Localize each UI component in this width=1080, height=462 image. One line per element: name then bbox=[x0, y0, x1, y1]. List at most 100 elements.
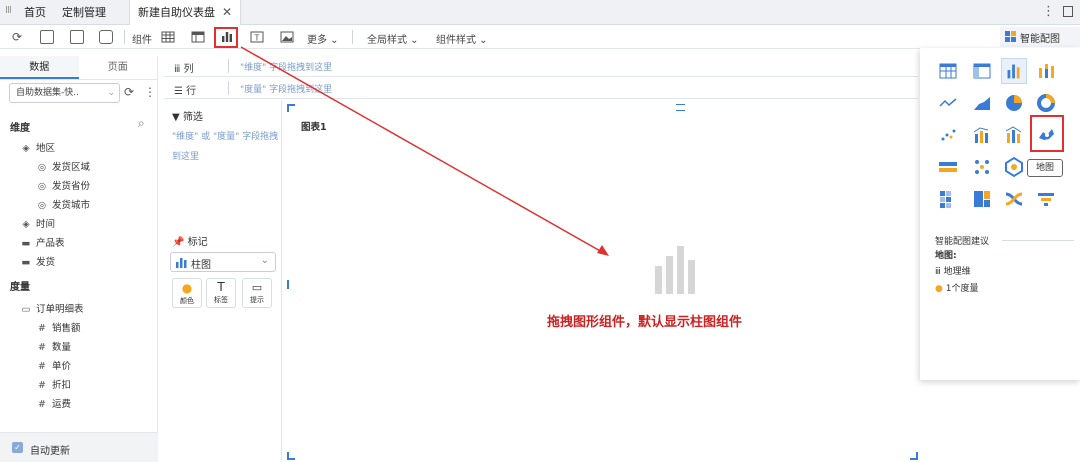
chart-title: 图表1 bbox=[301, 122, 327, 133]
kebab-menu-icon[interactable]: ⋮ bbox=[144, 85, 156, 99]
palette-icon: ● bbox=[181, 281, 193, 295]
tree-item-ship-city[interactable]: ◎ 发货城市 bbox=[36, 197, 90, 211]
treemap-chart-icon[interactable] bbox=[971, 188, 993, 210]
chevron-down-icon: ⌄ bbox=[260, 255, 269, 266]
save-icon[interactable] bbox=[40, 30, 54, 44]
layers-icon: ◈ bbox=[22, 219, 30, 230]
scatter-chart-icon[interactable] bbox=[937, 124, 959, 146]
tree-item-time[interactable]: ◈ 时间 bbox=[20, 216, 55, 230]
map-tooltip: 地图 bbox=[1027, 159, 1063, 177]
component-style-menu[interactable]: 组件样式 bbox=[436, 35, 476, 46]
crosstab-icon[interactable] bbox=[191, 30, 205, 44]
tree-item-unit-price[interactable]: # 单价 bbox=[36, 358, 71, 372]
annotation-text: 拖拽图形组件，默认显示柱图组件 bbox=[547, 315, 743, 330]
tree-item-order-detail[interactable]: ▭ 订单明细表 bbox=[20, 301, 84, 315]
divider bbox=[352, 30, 353, 44]
dataset-value: 自助数据集-快.. bbox=[16, 88, 79, 98]
funnel-chart-icon[interactable] bbox=[1035, 188, 1057, 210]
component-label: 组件 bbox=[132, 35, 152, 46]
maximize-icon[interactable] bbox=[1063, 6, 1073, 17]
marks-header: 📌 标记 bbox=[172, 233, 208, 248]
tree-item-quantity[interactable]: # 数量 bbox=[36, 339, 71, 353]
drag-handle[interactable] bbox=[676, 104, 685, 111]
geo-icon: ◎ bbox=[37, 162, 47, 173]
column-shelf[interactable]: ⅲ 列 "维度" 字段拖拽到这里 bbox=[164, 56, 918, 77]
measure-icon: # bbox=[38, 323, 46, 334]
chevron-down-icon: ⌄ bbox=[107, 88, 115, 98]
image-icon[interactable] bbox=[280, 30, 294, 44]
item-label: 数量 bbox=[52, 342, 72, 353]
tree-item-ship-area[interactable]: ◎ 发货区域 bbox=[36, 159, 90, 173]
sankey-chart-icon[interactable] bbox=[1003, 188, 1025, 210]
color-mark-button[interactable]: ● 颜色 bbox=[172, 278, 202, 308]
tab-data[interactable]: 数据 bbox=[0, 56, 79, 79]
bar-chart-option-icon[interactable] bbox=[1001, 58, 1027, 84]
resize-corner[interactable] bbox=[287, 452, 295, 460]
tree-item-freight[interactable]: # 运费 bbox=[36, 396, 71, 410]
heatmap-chart-icon[interactable] bbox=[937, 188, 959, 210]
row-shelf[interactable]: ☰ 行 "度量" 字段拖拽到这里 bbox=[164, 78, 918, 99]
divider bbox=[124, 30, 125, 44]
smart-chart-icon bbox=[1005, 31, 1016, 42]
donut-chart-icon[interactable] bbox=[1035, 92, 1057, 114]
tab-new-dashboard[interactable]: 新建自助仪表盘 ✕ bbox=[129, 0, 242, 26]
refresh-icon[interactable]: ⟳ bbox=[10, 30, 24, 44]
resize-corner[interactable] bbox=[287, 104, 295, 112]
svg-text:T: T bbox=[254, 34, 260, 43]
tree-item-ship-province[interactable]: ◎ 发货省份 bbox=[36, 178, 90, 192]
global-style-menu[interactable]: 全局样式 bbox=[367, 35, 407, 46]
tree-item-product-table[interactable]: ▬ 产品表 bbox=[20, 235, 65, 249]
tree-item-discount[interactable]: # 折扣 bbox=[36, 377, 71, 391]
filter-icon: ▼ bbox=[172, 112, 180, 123]
smart-chart-button[interactable]: 智能配图 bbox=[1000, 27, 1080, 47]
area-chart-icon[interactable] bbox=[971, 92, 993, 114]
stacked-bar-icon[interactable] bbox=[1035, 60, 1057, 82]
refresh-icon[interactable]: ⟳ bbox=[124, 85, 134, 99]
table-chart-icon[interactable] bbox=[937, 60, 959, 82]
tab-custom-management[interactable]: 定制管理 bbox=[62, 0, 106, 25]
more-menu[interactable]: 更多 bbox=[307, 35, 327, 46]
text-t-icon: T bbox=[217, 280, 225, 294]
tree-item-region[interactable]: ◈ 地区 bbox=[20, 140, 55, 154]
item-label: 发货城市 bbox=[52, 200, 91, 211]
text-box-icon[interactable]: T bbox=[250, 30, 264, 44]
save-as-icon[interactable] bbox=[70, 30, 84, 44]
resize-corner[interactable] bbox=[910, 452, 918, 460]
label-mark-button[interactable]: T 标签 bbox=[206, 278, 236, 308]
tab-label: 新建自助仪表盘 bbox=[138, 6, 215, 19]
tree-item-sales[interactable]: # 销售额 bbox=[36, 320, 81, 334]
tab-page[interactable]: 页面 bbox=[79, 56, 158, 79]
suggest-chart-label: 地图: bbox=[935, 251, 957, 261]
chart-canvas[interactable]: 图表1 bbox=[288, 105, 918, 457]
dataset-select[interactable]: 自助数据集-快.. ⌄ bbox=[9, 83, 120, 103]
hash-icon: # bbox=[38, 380, 46, 391]
auto-update-checkbox[interactable]: ✓ bbox=[12, 442, 23, 453]
table-icon[interactable] bbox=[161, 30, 175, 44]
item-label: 订单明细表 bbox=[36, 304, 84, 315]
tree-item-shipping[interactable]: ▬ 发货 bbox=[20, 254, 56, 268]
tooltip-mark-button[interactable]: ▭ 提示 bbox=[242, 278, 272, 308]
menu-grip-icon[interactable]: Ⅲ bbox=[5, 5, 12, 16]
combo-chart-icon[interactable] bbox=[971, 124, 993, 146]
mark-type-select[interactable]: 柱图 ⌄ bbox=[170, 252, 276, 272]
filter-drop-hint[interactable]: "维度" 或 "度量" 字段拖拽到这里 bbox=[172, 127, 280, 167]
item-label: 发货 bbox=[36, 257, 56, 268]
preview-icon[interactable] bbox=[99, 30, 113, 44]
search-icon[interactable]: ⌕ bbox=[138, 116, 145, 131]
kebab-menu-icon[interactable]: ⋮ bbox=[1042, 4, 1055, 19]
tooltip-mark-label: 提示 bbox=[250, 296, 264, 304]
funnel-scatter-icon[interactable] bbox=[971, 156, 993, 178]
crosstab-chart-icon[interactable] bbox=[971, 60, 993, 82]
kpi-chart-icon[interactable] bbox=[937, 156, 959, 178]
label-mark-label: 标签 bbox=[214, 296, 228, 304]
gauge-chart-icon[interactable] bbox=[1003, 156, 1025, 178]
pie-chart-icon[interactable] bbox=[1003, 92, 1025, 114]
column-shelf-hint: "维度" 字段拖拽到这里 bbox=[240, 63, 333, 73]
folder-icon: ▬ bbox=[21, 238, 31, 249]
tab-home[interactable]: 首页 bbox=[24, 0, 46, 25]
close-icon[interactable]: ✕ bbox=[222, 5, 232, 19]
dual-axis-chart-icon[interactable] bbox=[1003, 124, 1025, 146]
chart-placeholder-icon bbox=[655, 246, 695, 294]
line-chart-icon[interactable] bbox=[937, 92, 959, 114]
resize-handle[interactable] bbox=[287, 280, 289, 289]
